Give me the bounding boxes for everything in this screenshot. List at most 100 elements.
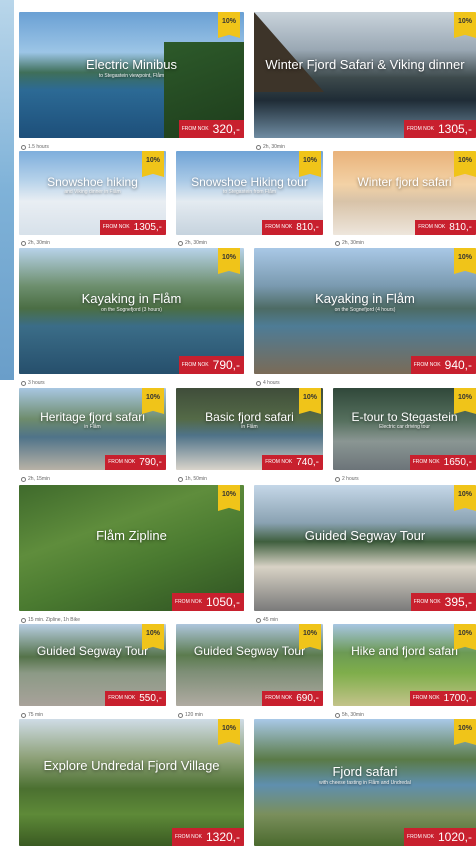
discount-badge: 10% <box>218 485 240 511</box>
tour-card-guided-segway-45[interactable]: Guided Segway Tour 10% From NOK 395,- <box>254 485 476 611</box>
tour-card-guided-segway-120[interactable]: Guided Segway Tour 10% From NOK 690,- <box>176 624 323 706</box>
tour-title: E-tour to Stegastein <box>351 410 458 424</box>
tour-title: Electric Minibus <box>85 57 178 72</box>
tour-card-kayaking-3h[interactable]: Kayaking in Flåm on the Sognefjord (3 ho… <box>19 248 244 374</box>
tour-card-basic-fjord-safari[interactable]: Basic fjord safari in Flåm 10% From NOK 7… <box>176 388 323 470</box>
duration-label: 2h, 30min <box>178 240 207 246</box>
clock-icon <box>256 144 261 150</box>
clock-icon <box>178 476 183 482</box>
duration-label: 2h, 30min <box>335 240 364 246</box>
tour-title: Flåm Zipline <box>96 528 167 543</box>
tour-title: Snowshoe hiking <box>47 175 138 189</box>
tour-title: Fjord safari <box>332 764 398 779</box>
tour-card-flam-zipline[interactable]: Flåm Zipline 10% From NOK 1050,- <box>19 485 244 611</box>
tour-card-winter-fjord-safari[interactable]: Winter fjord safari 10% From NOK 810,- <box>333 151 476 235</box>
price-tag: From NOK 550,- <box>105 691 166 706</box>
duration-label: 45 min <box>256 617 278 623</box>
tour-card-snowshoe-hiking[interactable]: Snowshoe hiking and Viking dinner in Flå… <box>19 151 166 235</box>
clock-icon <box>335 240 340 246</box>
price-tag: From NOK 790,- <box>178 356 244 374</box>
discount-badge: 10% <box>454 248 476 274</box>
clock-icon <box>21 380 26 386</box>
duration-label: 1.5 hours <box>21 144 49 150</box>
tour-title: Snowshoe Hiking tour <box>191 175 308 189</box>
duration-label: 1h, 50min <box>178 476 207 482</box>
tour-card-guided-segway-75[interactable]: Guided Segway Tour 10% From NOK 550,- <box>19 624 166 706</box>
duration-label: 5h, 30min <box>335 712 364 718</box>
tour-title: Explore Undredal Fjord Village <box>43 758 220 773</box>
tour-card-snowshoe-hiking-tour[interactable]: Snowshoe Hiking tour to Stegastein from … <box>176 151 323 235</box>
duration-label: 15 min. Zipline, 1h Bike <box>21 617 80 623</box>
price-tag: From NOK 740,- <box>262 455 323 470</box>
clock-icon <box>21 712 26 718</box>
price-tag: From NOK 1700,- <box>409 691 476 706</box>
discount-badge: 10% <box>218 248 240 274</box>
discount-badge: 10% <box>454 719 476 745</box>
clock-icon <box>178 712 183 718</box>
tour-subtitle: with cheese tasting in Flåm and Undredal <box>319 780 411 786</box>
price-tag: From NOK 320,- <box>178 120 244 138</box>
price-tag: From NOK 810,- <box>415 220 476 235</box>
tour-title: Kayaking in Flåm <box>81 291 182 306</box>
clock-icon <box>21 617 26 623</box>
clock-icon <box>21 476 26 482</box>
clock-icon <box>21 144 26 150</box>
discount-badge: 10% <box>299 151 321 177</box>
duration-label: 120 min <box>178 712 203 718</box>
price-tag: From NOK 1650,- <box>409 455 476 470</box>
duration-label: 3 hours <box>21 380 45 386</box>
clock-icon <box>335 476 340 482</box>
clock-icon <box>21 240 26 246</box>
tour-subtitle: to Stegastein from Flåm <box>222 189 277 195</box>
price-tag: From NOK 810,- <box>262 220 323 235</box>
tour-subtitle: on the Sognefjord (4 hours) <box>334 307 396 313</box>
tour-title: Hike and fjord safari <box>351 644 458 658</box>
tour-subtitle: in Flåm <box>84 424 101 430</box>
tour-title: Basic fjord safari <box>205 410 294 424</box>
price-tag: From NOK 395,- <box>410 593 476 611</box>
price-tag: From NOK 1050,- <box>172 593 244 611</box>
discount-badge: 10% <box>299 624 321 650</box>
tour-card-fjord-safari-cheese[interactable]: Fjord safari with cheese tasting in Flåm… <box>254 719 476 846</box>
tour-title: Winter fjord safari <box>357 175 452 189</box>
tour-title: Guided Segway Tour <box>193 644 306 658</box>
clock-icon <box>178 240 183 246</box>
tour-card-e-tour-stegastein[interactable]: E-tour to Stegastein Electric car drivin… <box>333 388 476 470</box>
discount-badge: 10% <box>454 624 476 650</box>
tour-title: Guided Segway Tour <box>36 644 149 658</box>
discount-badge: 10% <box>299 388 321 414</box>
duration-label: 4 hours <box>256 380 280 386</box>
duration-label: 2h, 30min <box>256 144 285 150</box>
tour-subtitle: on the Sognefjord (3 hours) <box>101 307 162 313</box>
clock-icon <box>256 617 261 623</box>
clock-icon <box>256 380 261 386</box>
tour-card-heritage-fjord-safari[interactable]: Heritage fjord safari in Flåm 10% From N… <box>19 388 166 470</box>
discount-badge: 10% <box>218 12 240 38</box>
discount-badge: 10% <box>142 624 164 650</box>
price-tag: From NOK 690,- <box>262 691 323 706</box>
discount-badge: 10% <box>454 485 476 511</box>
price-tag: From NOK 1305,- <box>99 220 166 235</box>
discount-badge: 10% <box>142 388 164 414</box>
tour-card-explore-undredal[interactable]: Explore Undredal Fjord Village 10% From … <box>19 719 244 846</box>
discount-badge: 10% <box>454 151 476 177</box>
tour-card-kayaking-4h[interactable]: Kayaking in Flåm on the Sognefjord (4 ho… <box>254 248 476 374</box>
discount-badge: 10% <box>454 12 476 38</box>
tour-subtitle: to Stegastein viewpoint, Flåm <box>98 73 165 79</box>
discount-badge: 10% <box>218 719 240 745</box>
duration-label: 2h, 30min <box>21 240 50 246</box>
tour-card-hike-fjord-safari[interactable]: Hike and fjord safari 10% From NOK 1700,- <box>333 624 476 706</box>
tour-subtitle: in Flåm <box>241 424 258 430</box>
price-tag: From NOK 1305,- <box>404 120 476 138</box>
tour-subtitle: Electric car driving tour <box>379 424 430 430</box>
tour-title: Heritage fjord safari <box>40 410 145 424</box>
tour-card-winter-fjord-safari-viking[interactable]: Winter Fjord Safari & Viking dinner 10% … <box>254 12 476 138</box>
discount-badge: 10% <box>142 151 164 177</box>
discount-badge: 10% <box>454 388 476 414</box>
tour-card-electric-minibus[interactable]: Electric Minibus to Stegastein viewpoint… <box>19 12 244 138</box>
price-tag: From NOK 940,- <box>410 356 476 374</box>
tour-title: Kayaking in Flåm <box>315 291 415 306</box>
tour-subtitle: and Viking dinner in Flåm <box>64 189 121 195</box>
price-tag: From NOK 1020,- <box>404 828 476 846</box>
background-strip <box>0 0 14 380</box>
